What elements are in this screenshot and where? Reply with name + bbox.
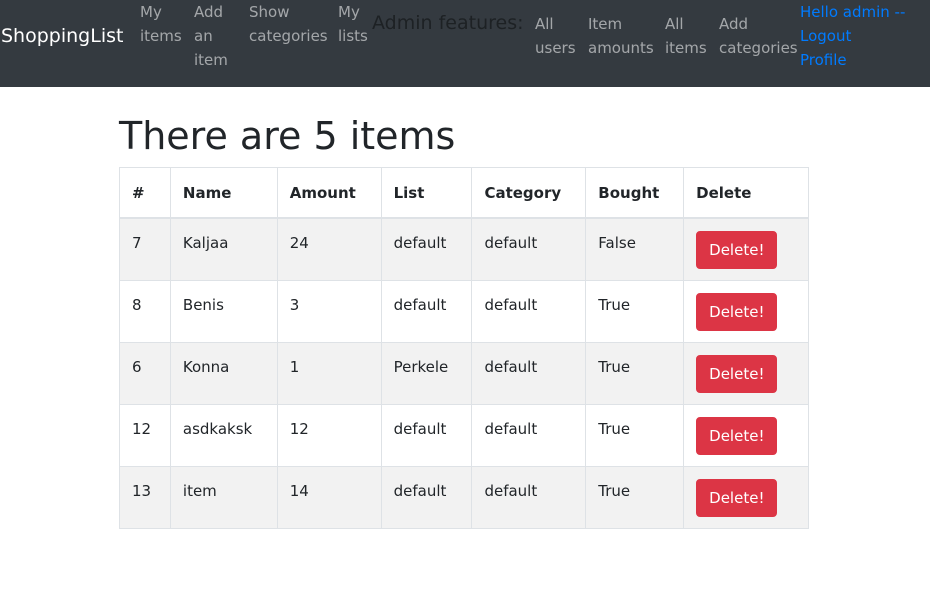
cell-name: Kaljaa <box>169 217 278 281</box>
column-header-amount: Amount <box>276 167 382 219</box>
nav-link-line: My <box>140 3 162 21</box>
nav-link-line: All <box>535 15 554 33</box>
nav-link-my-lists[interactable]: My lists <box>338 0 368 48</box>
cell-list: default <box>380 465 473 529</box>
page-title: There are 5 items <box>119 114 456 158</box>
column-header-id: # <box>119 167 171 219</box>
cell-category: default <box>471 217 587 281</box>
nav-link-item-amounts[interactable]: Item amounts <box>588 12 654 60</box>
items-table: # Name Amount List Category Bought Delet… <box>119 167 809 529</box>
cell-name: asdkaksk <box>169 403 278 467</box>
cell-delete: Delete! <box>683 217 809 281</box>
delete-button[interactable]: Delete! <box>696 231 778 269</box>
cell-amount: 14 <box>276 465 382 529</box>
column-header-name: Name <box>169 167 278 219</box>
table-row: 6 Konna 1 Perkele default True Delete! <box>119 341 809 405</box>
nav-link-line: users <box>535 39 576 57</box>
cell-amount: 3 <box>276 279 382 343</box>
cell-delete: Delete! <box>683 341 809 405</box>
logout-link[interactable]: Logout <box>800 24 851 48</box>
delete-button[interactable]: Delete! <box>696 478 778 517</box>
column-header-delete: Delete <box>683 167 809 219</box>
column-header-list: List <box>380 167 473 219</box>
nav-link-line: Add <box>194 3 224 21</box>
cell-amount: 1 <box>276 341 382 405</box>
cell-category: default <box>471 341 587 405</box>
nav-link-line: categories <box>719 39 798 57</box>
cell-list: default <box>380 217 473 281</box>
cell-list: default <box>380 279 473 343</box>
cell-id: 12 <box>119 403 171 467</box>
column-header-bought: Bought <box>585 167 685 219</box>
nav-link-show-categories[interactable]: Show categories <box>249 0 328 48</box>
cell-name: Benis <box>169 279 278 343</box>
nav-link-line: Add <box>719 15 749 33</box>
nav-link-line: categories <box>249 27 328 45</box>
table-row: 8 Benis 3 default default True Delete! <box>119 279 809 343</box>
delete-button[interactable]: Delete! <box>696 416 778 455</box>
table-row: 13 item 14 default default True Delete! <box>119 465 809 529</box>
nav-link-all-items[interactable]: All items <box>665 12 707 60</box>
table-row: 12 asdkaksk 12 default default True Dele… <box>119 403 809 467</box>
nav-link-line: My <box>338 3 360 21</box>
cell-bought: True <box>585 341 685 405</box>
table-row: 7 Kaljaa 24 default default False Delete… <box>119 217 809 281</box>
cell-category: default <box>471 465 587 529</box>
cell-category: default <box>471 403 587 467</box>
nav-link-line: items <box>665 39 707 57</box>
nav-link-all-users[interactable]: All users <box>535 12 576 60</box>
nav-link-line: lists <box>338 27 368 45</box>
nav-link-my-items[interactable]: My items <box>140 0 182 48</box>
column-header-category: Category <box>471 167 587 219</box>
cell-delete: Delete! <box>683 279 809 343</box>
delete-button[interactable]: Delete! <box>696 354 778 393</box>
nav-link-line: amounts <box>588 39 654 57</box>
navbar: ShoppingList My items Add an item Show c… <box>0 0 930 87</box>
cell-bought: True <box>585 279 685 343</box>
nav-link-line: items <box>140 27 182 45</box>
nav-link-line: Show <box>249 3 290 21</box>
cell-id: 7 <box>119 217 171 281</box>
cell-name: Konna <box>169 341 278 405</box>
cell-amount: 12 <box>276 403 382 467</box>
cell-bought: True <box>585 403 685 467</box>
nav-link-line: an <box>194 27 213 45</box>
cell-bought: False <box>585 217 685 281</box>
nav-link-add-categories[interactable]: Add categories <box>719 12 798 60</box>
cell-name: item <box>169 465 278 529</box>
cell-amount: 24 <box>276 217 382 281</box>
brand-link[interactable]: ShoppingList <box>1 24 123 48</box>
cell-bought: True <box>585 465 685 529</box>
nav-link-add-item[interactable]: Add an item <box>194 0 228 72</box>
table-header-row: # Name Amount List Category Bought Delet… <box>119 167 809 219</box>
cell-list: Perkele <box>380 341 473 405</box>
cell-delete: Delete! <box>683 465 809 529</box>
cell-id: 13 <box>119 465 171 529</box>
cell-delete: Delete! <box>683 403 809 467</box>
cell-category: default <box>471 279 587 343</box>
hello-admin-link[interactable]: Hello admin -- <box>800 0 905 24</box>
profile-link[interactable]: Profile <box>800 48 847 72</box>
admin-features-label: Admin features: <box>372 12 524 34</box>
nav-link-line: All <box>665 15 684 33</box>
cell-list: default <box>380 403 473 467</box>
delete-button[interactable]: Delete! <box>696 292 778 331</box>
cell-id: 6 <box>119 341 171 405</box>
nav-link-line: item <box>194 51 228 69</box>
cell-id: 8 <box>119 279 171 343</box>
nav-link-line: Item <box>588 15 623 33</box>
